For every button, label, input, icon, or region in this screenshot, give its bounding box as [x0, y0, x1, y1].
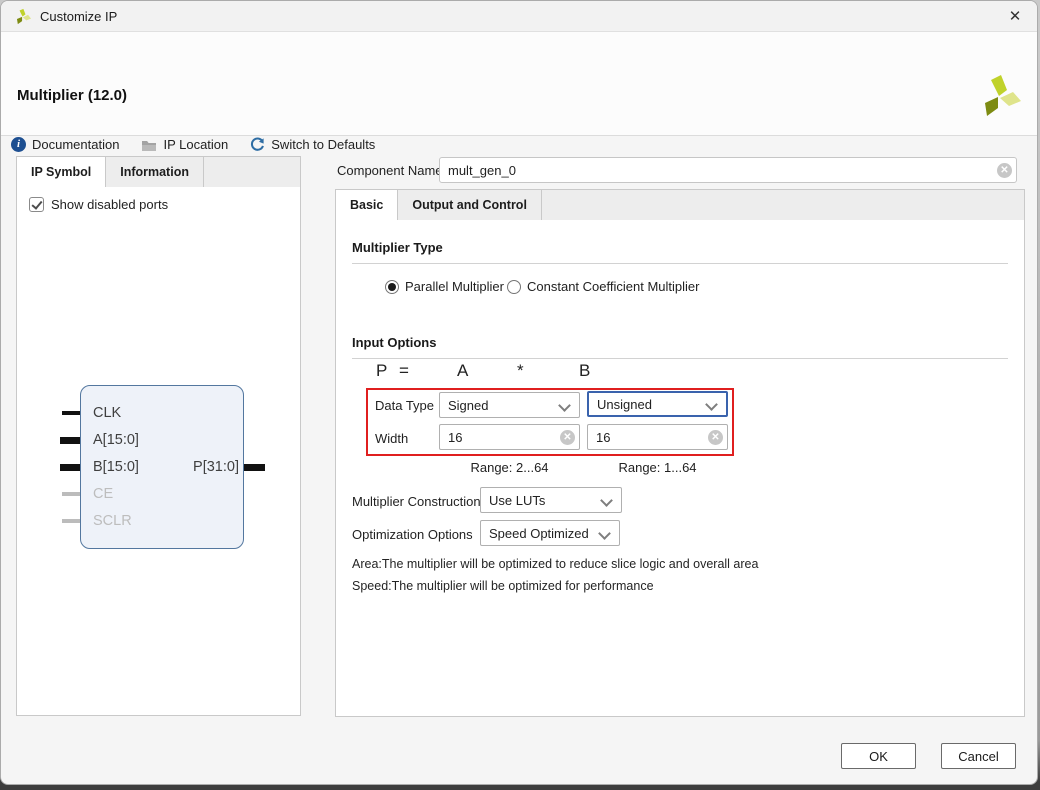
ce-port-label: CE [93, 486, 113, 502]
b-range-label: Range: 1...64 [587, 460, 728, 475]
multiplier-construction-value: Use LUTs [489, 493, 545, 508]
a-data-type-value: Signed [448, 398, 488, 413]
equation-equals: = [399, 361, 409, 381]
clear-a-width-icon[interactable]: ✕ [560, 430, 575, 445]
title-bar: Customize IP ✕ [1, 1, 1037, 32]
tab-ip-symbol[interactable]: IP Symbol [17, 157, 106, 187]
multiplier-type-rule [352, 263, 1008, 264]
chevron-down-icon [705, 398, 718, 411]
parallel-multiplier-radio[interactable] [385, 280, 399, 294]
parallel-multiplier-option[interactable]: Parallel Multiplier [385, 279, 504, 294]
b-data-type-value: Unsigned [597, 397, 652, 412]
equation-a: A [457, 361, 468, 381]
data-type-label: Data Type [375, 398, 434, 413]
clk-port-stub [62, 411, 80, 415]
input-options-heading: Input Options [352, 335, 436, 350]
optimization-options-value: Speed Optimized [489, 526, 589, 541]
equation-b: B [579, 361, 590, 381]
show-disabled-ports-label: Show disabled ports [51, 197, 168, 212]
ip-symbol-panel: IP Symbol Information Show disabled port… [16, 156, 301, 716]
b-port-stub [60, 464, 80, 471]
chevron-down-icon [558, 399, 571, 412]
multiplier-type-heading: Multiplier Type [352, 240, 443, 255]
area-note: Area:The multiplier will be optimized to… [352, 557, 758, 571]
clear-component-name-icon[interactable]: ✕ [997, 163, 1012, 178]
b-data-type-select[interactable]: Unsigned [587, 391, 728, 417]
clk-port-label: CLK [93, 405, 121, 421]
switch-to-defaults-label: Switch to Defaults [271, 137, 375, 152]
chevron-down-icon [600, 494, 613, 507]
a-port-stub [60, 437, 80, 444]
tab-output-and-control[interactable]: Output and Control [398, 190, 542, 220]
tab-information[interactable]: Information [106, 157, 204, 187]
documentation-button[interactable]: i Documentation [11, 137, 119, 152]
speed-note: Speed:The multiplier will be optimized f… [352, 579, 654, 593]
show-disabled-ports-checkbox[interactable] [29, 197, 44, 212]
a-range-label: Range: 2...64 [439, 460, 580, 475]
close-icon[interactable]: ✕ [1001, 4, 1029, 28]
refresh-icon [250, 137, 265, 152]
info-icon: i [11, 137, 26, 152]
equation-star: * [517, 361, 524, 381]
b-port-label: B[15:0] [93, 459, 139, 475]
width-label: Width [375, 431, 408, 446]
a-data-type-select[interactable]: Signed [439, 392, 580, 418]
input-options-rule [352, 358, 1008, 359]
dialog-header: Multiplier (12.0) i Documentation IP Loc… [1, 32, 1037, 136]
left-tabstrip: IP Symbol Information [17, 157, 300, 187]
ok-button[interactable]: OK [841, 743, 916, 769]
window-title: Customize IP [40, 9, 117, 24]
ip-location-button[interactable]: IP Location [141, 137, 228, 152]
sclr-port-stub [62, 519, 80, 523]
chevron-down-icon [598, 527, 611, 540]
constant-coefficient-option[interactable]: Constant Coefficient Multiplier [507, 279, 699, 294]
a-port-label: A[15:0] [93, 432, 139, 448]
multiplier-construction-label: Multiplier Construction [352, 494, 481, 509]
p-port-stub [244, 464, 265, 471]
ce-port-stub [62, 492, 80, 496]
tab-basic[interactable]: Basic [336, 190, 398, 220]
toolbar: i Documentation IP Location Switch to De… [11, 137, 375, 152]
xilinx-logo [977, 74, 1021, 120]
cancel-button[interactable]: Cancel [941, 743, 1016, 769]
multiplier-construction-select[interactable]: Use LUTs [480, 487, 622, 513]
sclr-port-label: SCLR [93, 513, 132, 529]
switch-to-defaults-button[interactable]: Switch to Defaults [250, 137, 375, 152]
show-disabled-ports-row[interactable]: Show disabled ports [29, 197, 168, 212]
parallel-multiplier-label: Parallel Multiplier [405, 279, 504, 294]
p-port-label: P[31:0] [179, 459, 239, 475]
config-tabstrip: Basic Output and Control [336, 190, 1024, 220]
optimization-options-select[interactable]: Speed Optimized [480, 520, 620, 546]
a-width-input[interactable] [439, 424, 580, 450]
config-panel: Basic Output and Control Multiplier Type… [335, 189, 1025, 717]
customize-ip-dialog: Customize IP ✕ Multiplier (12.0) i Docum… [0, 0, 1038, 785]
folder-icon [141, 138, 157, 152]
page-title: Multiplier (12.0) [17, 87, 127, 104]
equation-p: P [376, 361, 387, 381]
clear-b-width-icon[interactable]: ✕ [708, 430, 723, 445]
b-width-input[interactable] [587, 424, 728, 450]
check-icon [31, 198, 42, 210]
xilinx-app-icon [14, 8, 31, 25]
constant-coefficient-label: Constant Coefficient Multiplier [527, 279, 699, 294]
constant-coefficient-radio[interactable] [507, 280, 521, 294]
ip-location-label: IP Location [163, 137, 228, 152]
documentation-label: Documentation [32, 137, 119, 152]
component-name-label: Component Name [337, 163, 443, 178]
optimization-options-label: Optimization Options [352, 527, 473, 542]
component-name-input[interactable] [439, 157, 1017, 183]
